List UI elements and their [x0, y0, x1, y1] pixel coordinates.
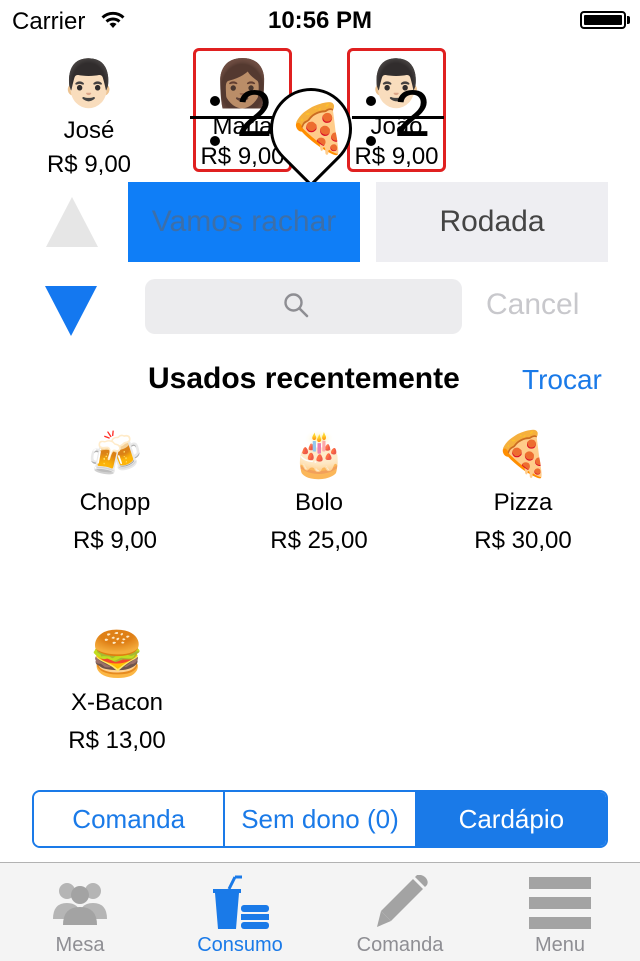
cake-icon: 🎂 — [291, 430, 347, 479]
dragged-item-emoji: 🍕 — [288, 103, 348, 156]
vamos-rachar-button[interactable]: Vamos rachar — [128, 182, 360, 262]
item-price: R$ 30,00 — [474, 527, 572, 554]
section-title: Usados recentemente — [148, 362, 460, 395]
tab-mesa[interactable]: Mesa — [0, 863, 160, 961]
tab-label: Consumo — [197, 934, 283, 956]
trocar-button[interactable]: Trocar — [522, 364, 602, 396]
divisor-dot — [210, 136, 220, 146]
segment-comanda[interactable]: Comanda — [34, 792, 226, 846]
tab-bar: Mesa Consumo Comanda Menu — [0, 862, 640, 961]
tab-consumo[interactable]: Consumo — [160, 863, 320, 961]
burger-icon: 🍔 — [89, 630, 145, 679]
split-divisor-left: 2 — [236, 76, 273, 150]
item-price: R$ 9,00 — [72, 527, 158, 554]
rodada-button[interactable]: Rodada — [376, 182, 608, 262]
item-price: R$ 13,00 — [68, 727, 166, 754]
tab-comanda[interactable]: Comanda — [320, 863, 480, 961]
item-price: R$ 25,00 — [270, 527, 368, 554]
people-icon — [53, 883, 107, 925]
segment-cardapio[interactable]: Cardápio — [416, 792, 606, 846]
menu-icon — [529, 877, 591, 929]
divisor-dot — [210, 96, 220, 106]
status-bar: Carrier 10:56 PM — [0, 0, 640, 40]
tab-label: Mesa — [55, 934, 105, 956]
item-name: X-Bacon — [70, 689, 164, 716]
divisor-dot — [366, 96, 376, 106]
tab-menu[interactable]: Menu — [480, 863, 640, 961]
menu-item-chopp[interactable]: 🍻 Chopp R$ 9,00 — [20, 430, 210, 556]
item-name: Bolo — [294, 489, 344, 516]
cancel-button[interactable]: Cancel — [486, 288, 579, 322]
person-jose[interactable]: 👨🏻 José R$ 9,00 — [34, 56, 144, 180]
beer-icon: 🍻 — [87, 430, 143, 479]
tab-label: Menu — [534, 934, 586, 956]
battery-tip — [627, 16, 630, 24]
tab-label: Comanda — [356, 934, 444, 956]
menu-item-bolo[interactable]: 🎂 Bolo R$ 25,00 — [224, 430, 414, 556]
drink-food-icon — [213, 875, 269, 929]
clock: 10:56 PM — [267, 7, 373, 34]
person-price: R$ 9,00 — [46, 151, 132, 178]
arrow-down-icon[interactable] — [45, 286, 97, 336]
split-divisor-right: 2 — [394, 76, 431, 150]
search-icon — [284, 293, 309, 318]
segment-sem-dono[interactable]: Sem dono (0) — [225, 792, 417, 846]
pencil-icon — [377, 875, 428, 927]
divisor-dot — [366, 136, 376, 146]
item-name: Pizza — [493, 489, 553, 516]
person-name: José — [63, 117, 115, 144]
avatar: 👨🏻 — [60, 57, 118, 109]
menu-item-x-bacon[interactable]: 🍔 X-Bacon R$ 13,00 — [22, 630, 212, 756]
arrow-up-icon[interactable] — [46, 197, 98, 247]
pizza-icon: 🍕 — [495, 430, 551, 479]
battery-icon — [580, 11, 626, 29]
item-name: Chopp — [79, 489, 151, 516]
menu-item-pizza[interactable]: 🍕 Pizza R$ 30,00 — [428, 430, 618, 556]
segmented-control: Comanda Sem dono (0) Cardápio — [32, 790, 608, 848]
